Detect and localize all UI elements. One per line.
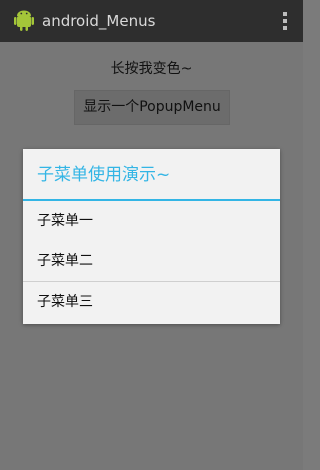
more-vert-icon[interactable]: [282, 12, 288, 32]
submenu-item-3[interactable]: 子菜单三: [23, 281, 280, 321]
app-title: android_Menus: [42, 12, 156, 30]
longpress-text[interactable]: 长按我变色~: [0, 60, 303, 78]
action-bar: android_Menus: [0, 0, 303, 42]
submenu-item-2[interactable]: 子菜单二: [23, 241, 280, 281]
submenu-dialog: 子菜单使用演示~ 子菜单一 子菜单二 子菜单三: [23, 149, 280, 324]
show-popup-menu-button[interactable]: 显示一个PopupMenu: [74, 90, 230, 125]
android-icon: [14, 10, 34, 31]
submenu-item-1[interactable]: 子菜单一: [23, 201, 280, 241]
dialog-title: 子菜单使用演示~: [23, 149, 280, 201]
